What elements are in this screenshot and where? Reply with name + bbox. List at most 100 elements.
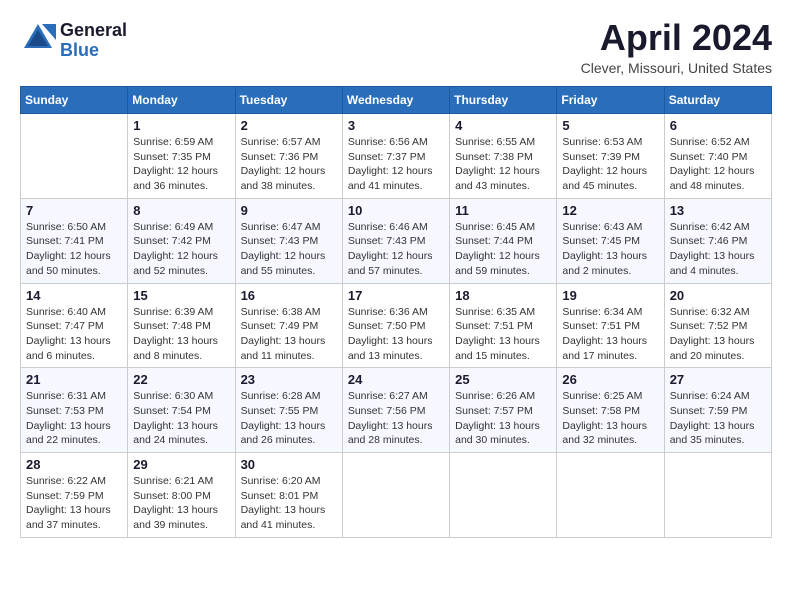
- calendar-cell: 1 Sunrise: 6:59 AM Sunset: 7:35 PM Daylig…: [128, 114, 235, 199]
- day-number: 8: [133, 203, 229, 218]
- day-info: Sunrise: 6:28 AM Sunset: 7:55 PM Dayligh…: [241, 389, 337, 448]
- location-text: Clever, Missouri, United States: [581, 60, 772, 76]
- title-block: April 2024 Clever, Missouri, United Stat…: [581, 20, 772, 76]
- calendar-cell: 14 Sunrise: 6:40 AM Sunset: 7:47 PM Dayli…: [21, 283, 128, 368]
- calendar-cell: 28 Sunrise: 6:22 AM Sunset: 7:59 PM Dayli…: [21, 453, 128, 538]
- day-info: Sunrise: 6:46 AM Sunset: 7:43 PM Dayligh…: [348, 220, 444, 279]
- day-number: 17: [348, 288, 444, 303]
- day-number: 26: [562, 372, 658, 387]
- day-info: Sunrise: 6:43 AM Sunset: 7:45 PM Dayligh…: [562, 220, 658, 279]
- day-number: 27: [670, 372, 766, 387]
- day-number: 4: [455, 118, 551, 133]
- day-number: 10: [348, 203, 444, 218]
- calendar-week-row: 1 Sunrise: 6:59 AM Sunset: 7:35 PM Daylig…: [21, 114, 772, 199]
- header-thursday: Thursday: [450, 87, 557, 114]
- calendar-cell: 12 Sunrise: 6:43 AM Sunset: 7:45 PM Dayli…: [557, 198, 664, 283]
- day-info: Sunrise: 6:56 AM Sunset: 7:37 PM Dayligh…: [348, 135, 444, 194]
- day-info: Sunrise: 6:50 AM Sunset: 7:41 PM Dayligh…: [26, 220, 122, 279]
- calendar-cell: 13Sunrise: 6:42 AM Sunset: 7:46 PM Dayli…: [664, 198, 771, 283]
- calendar-cell: 17 Sunrise: 6:36 AM Sunset: 7:50 PM Dayli…: [342, 283, 449, 368]
- day-info: Sunrise: 6:25 AM Sunset: 7:58 PM Dayligh…: [562, 389, 658, 448]
- day-number: 25: [455, 372, 551, 387]
- day-info: Sunrise: 6:42 AM Sunset: 7:46 PM Dayligh…: [670, 220, 766, 279]
- day-number: 30: [241, 457, 337, 472]
- logo-icon: [20, 20, 56, 56]
- calendar-cell: 5 Sunrise: 6:53 AM Sunset: 7:39 PM Daylig…: [557, 114, 664, 199]
- calendar-cell: 10 Sunrise: 6:46 AM Sunset: 7:43 PM Dayli…: [342, 198, 449, 283]
- day-info: Sunrise: 6:53 AM Sunset: 7:39 PM Dayligh…: [562, 135, 658, 194]
- calendar-cell: 18 Sunrise: 6:35 AM Sunset: 7:51 PM Dayli…: [450, 283, 557, 368]
- day-info: Sunrise: 6:52 AM Sunset: 7:40 PM Dayligh…: [670, 135, 766, 194]
- day-number: 14: [26, 288, 122, 303]
- calendar-cell: 29Sunrise: 6:21 AM Sunset: 8:00 PM Dayli…: [128, 453, 235, 538]
- day-number: 19: [562, 288, 658, 303]
- logo-text: General Blue: [60, 21, 127, 61]
- day-number: 3: [348, 118, 444, 133]
- calendar-cell: 20Sunrise: 6:32 AM Sunset: 7:52 PM Dayli…: [664, 283, 771, 368]
- page-header: General Blue April 2024 Clever, Missouri…: [20, 20, 772, 76]
- day-number: 23: [241, 372, 337, 387]
- calendar-header-row: SundayMondayTuesdayWednesdayThursdayFrid…: [21, 87, 772, 114]
- day-info: Sunrise: 6:35 AM Sunset: 7:51 PM Dayligh…: [455, 305, 551, 364]
- header-tuesday: Tuesday: [235, 87, 342, 114]
- header-monday: Monday: [128, 87, 235, 114]
- day-info: Sunrise: 6:24 AM Sunset: 7:59 PM Dayligh…: [670, 389, 766, 448]
- month-title: April 2024: [581, 20, 772, 56]
- day-info: Sunrise: 6:47 AM Sunset: 7:43 PM Dayligh…: [241, 220, 337, 279]
- day-info: Sunrise: 6:57 AM Sunset: 7:36 PM Dayligh…: [241, 135, 337, 194]
- day-info: Sunrise: 6:40 AM Sunset: 7:47 PM Dayligh…: [26, 305, 122, 364]
- calendar-table: SundayMondayTuesdayWednesdayThursdayFrid…: [20, 86, 772, 538]
- calendar-cell: 27 Sunrise: 6:24 AM Sunset: 7:59 PM Dayli…: [664, 368, 771, 453]
- calendar-week-row: 14 Sunrise: 6:40 AM Sunset: 7:47 PM Dayli…: [21, 283, 772, 368]
- day-info: Sunrise: 6:30 AM Sunset: 7:54 PM Dayligh…: [133, 389, 229, 448]
- day-info: Sunrise: 6:27 AM Sunset: 7:56 PM Dayligh…: [348, 389, 444, 448]
- day-number: 12: [562, 203, 658, 218]
- day-number: 18: [455, 288, 551, 303]
- day-info: Sunrise: 6:22 AM Sunset: 7:59 PM Dayligh…: [26, 474, 122, 533]
- calendar-cell: 19 Sunrise: 6:34 AM Sunset: 7:51 PM Dayli…: [557, 283, 664, 368]
- day-info: Sunrise: 6:36 AM Sunset: 7:50 PM Dayligh…: [348, 305, 444, 364]
- calendar-cell: 23 Sunrise: 6:28 AM Sunset: 7:55 PM Dayli…: [235, 368, 342, 453]
- logo: General Blue: [20, 20, 127, 61]
- calendar-week-row: 21Sunrise: 6:31 AM Sunset: 7:53 PM Dayli…: [21, 368, 772, 453]
- calendar-cell: [664, 453, 771, 538]
- calendar-cell: 7 Sunrise: 6:50 AM Sunset: 7:41 PM Daylig…: [21, 198, 128, 283]
- calendar-cell: 30 Sunrise: 6:20 AM Sunset: 8:01 PM Dayli…: [235, 453, 342, 538]
- calendar-cell: 15 Sunrise: 6:39 AM Sunset: 7:48 PM Dayli…: [128, 283, 235, 368]
- day-number: 7: [26, 203, 122, 218]
- calendar-cell: 25 Sunrise: 6:26 AM Sunset: 7:57 PM Dayli…: [450, 368, 557, 453]
- day-number: 9: [241, 203, 337, 218]
- day-info: Sunrise: 6:20 AM Sunset: 8:01 PM Dayligh…: [241, 474, 337, 533]
- day-info: Sunrise: 6:21 AM Sunset: 8:00 PM Dayligh…: [133, 474, 229, 533]
- calendar-cell: 16Sunrise: 6:38 AM Sunset: 7:49 PM Dayli…: [235, 283, 342, 368]
- day-info: Sunrise: 6:34 AM Sunset: 7:51 PM Dayligh…: [562, 305, 658, 364]
- calendar-cell: 11Sunrise: 6:45 AM Sunset: 7:44 PM Dayli…: [450, 198, 557, 283]
- day-number: 24: [348, 372, 444, 387]
- calendar-week-row: 28 Sunrise: 6:22 AM Sunset: 7:59 PM Dayli…: [21, 453, 772, 538]
- header-saturday: Saturday: [664, 87, 771, 114]
- calendar-cell: [21, 114, 128, 199]
- day-info: Sunrise: 6:49 AM Sunset: 7:42 PM Dayligh…: [133, 220, 229, 279]
- calendar-cell: [342, 453, 449, 538]
- day-number: 15: [133, 288, 229, 303]
- header-sunday: Sunday: [21, 87, 128, 114]
- day-number: 1: [133, 118, 229, 133]
- day-info: Sunrise: 6:31 AM Sunset: 7:53 PM Dayligh…: [26, 389, 122, 448]
- day-number: 2: [241, 118, 337, 133]
- calendar-cell: 22 Sunrise: 6:30 AM Sunset: 7:54 PM Dayli…: [128, 368, 235, 453]
- day-number: 22: [133, 372, 229, 387]
- day-info: Sunrise: 6:39 AM Sunset: 7:48 PM Dayligh…: [133, 305, 229, 364]
- day-number: 6: [670, 118, 766, 133]
- day-number: 11: [455, 203, 551, 218]
- header-friday: Friday: [557, 87, 664, 114]
- day-number: 5: [562, 118, 658, 133]
- day-number: 28: [26, 457, 122, 472]
- calendar-cell: 26 Sunrise: 6:25 AM Sunset: 7:58 PM Dayli…: [557, 368, 664, 453]
- calendar-cell: [557, 453, 664, 538]
- day-number: 20: [670, 288, 766, 303]
- logo-blue-text: Blue: [60, 41, 127, 61]
- day-info: Sunrise: 6:59 AM Sunset: 7:35 PM Dayligh…: [133, 135, 229, 194]
- calendar-week-row: 7 Sunrise: 6:50 AM Sunset: 7:41 PM Daylig…: [21, 198, 772, 283]
- day-info: Sunrise: 6:26 AM Sunset: 7:57 PM Dayligh…: [455, 389, 551, 448]
- calendar-cell: 4Sunrise: 6:55 AM Sunset: 7:38 PM Daylig…: [450, 114, 557, 199]
